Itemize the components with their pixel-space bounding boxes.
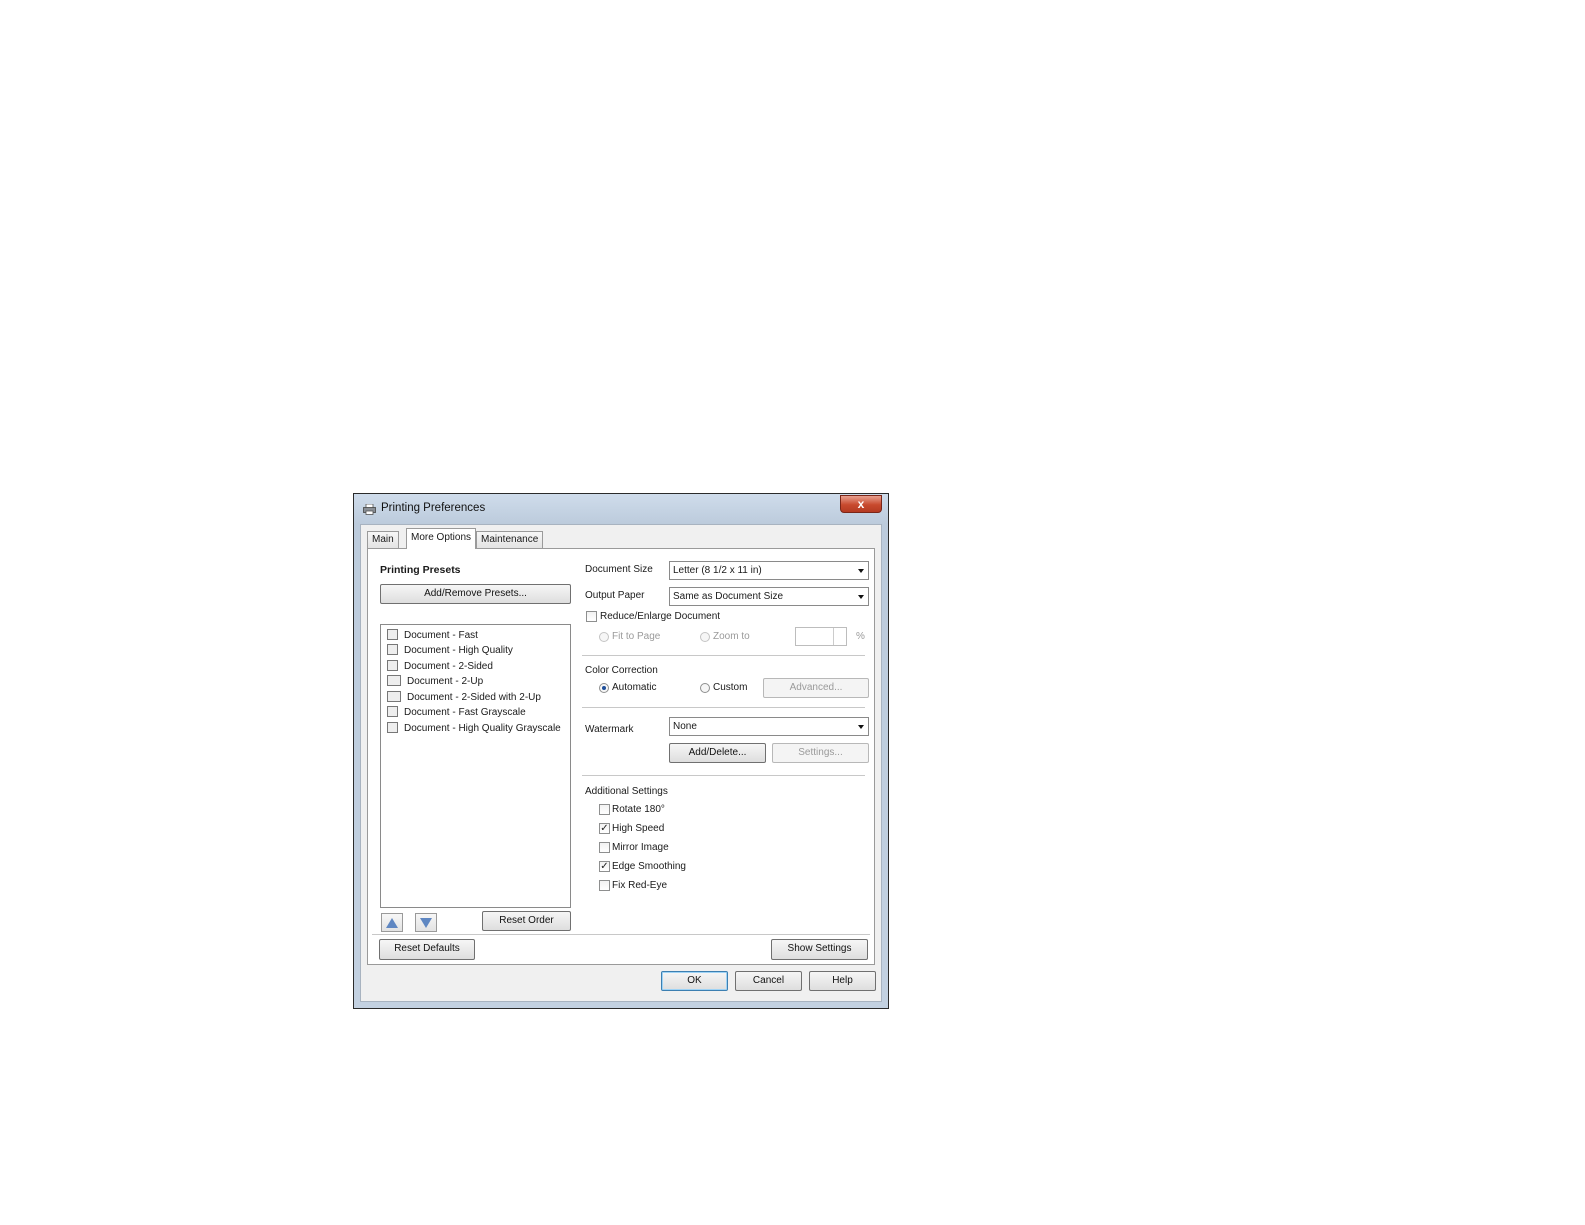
list-item[interactable]: Document - High Quality	[387, 644, 513, 658]
ok-button[interactable]: OK	[661, 971, 728, 991]
high-speed-checkbox[interactable]: ✓	[599, 823, 610, 834]
window-title: Printing Preferences	[381, 502, 486, 514]
triangle-down-icon	[420, 918, 432, 928]
divider	[582, 655, 865, 657]
presets-list[interactable]: Document - Fast Document - High Quality …	[380, 624, 571, 908]
automatic-radio[interactable]	[599, 683, 609, 693]
chevron-down-icon	[858, 595, 864, 599]
printing-preferences-window: Printing Preferences x Main More Options…	[353, 493, 889, 1009]
list-item[interactable]: Document - High Quality Grayscale	[387, 722, 561, 736]
list-item-label: Document - Fast	[404, 630, 478, 641]
edge-smoothing-label: Edge Smoothing	[612, 861, 686, 872]
stepper-arrows[interactable]	[833, 628, 846, 645]
list-item-label: Document - High Quality Grayscale	[404, 723, 561, 734]
help-button[interactable]: Help	[809, 971, 876, 991]
document-2-sided-icon	[387, 660, 398, 671]
document-2-up-icon	[387, 675, 401, 686]
printing-presets-heading: Printing Presets	[380, 564, 461, 576]
watermark-value: None	[673, 721, 697, 732]
fix-red-eye-checkbox[interactable]	[599, 880, 610, 891]
output-paper-label: Output Paper	[585, 590, 645, 601]
watermark-select[interactable]: None	[669, 717, 869, 736]
additional-settings-heading: Additional Settings	[585, 786, 668, 797]
tab-maintenance[interactable]: Maintenance	[476, 531, 544, 548]
show-settings-button[interactable]: Show Settings	[771, 939, 868, 960]
fix-red-eye-label: Fix Red-Eye	[612, 880, 668, 891]
tab-more-options-label: More Options	[411, 532, 472, 543]
list-item-label: Document - 2-Up	[407, 676, 484, 687]
rotate-180-checkbox[interactable]	[599, 804, 610, 815]
chevron-down-icon	[858, 725, 864, 729]
reduce-enlarge-checkbox[interactable]	[586, 611, 597, 622]
list-item-label: Document - 2-Sided	[404, 661, 493, 672]
output-paper-value: Same as Document Size	[673, 591, 784, 602]
list-item[interactable]: Document - 2-Sided with 2-Up	[387, 691, 541, 705]
rotate-180-label: Rotate 180°	[612, 804, 665, 815]
zoom-to-label: Zoom to	[713, 631, 750, 642]
document-2-sided-2-up-icon	[387, 691, 401, 702]
document-high-quality-icon	[387, 644, 398, 655]
add-remove-presets-button[interactable]: Add/Remove Presets...	[380, 584, 571, 604]
watermark-label: Watermark	[585, 724, 634, 735]
triangle-up-icon	[386, 918, 398, 928]
automatic-label: Automatic	[612, 682, 657, 693]
list-item-label: Document - High Quality	[404, 645, 513, 656]
title-bar[interactable]: Printing Preferences x	[354, 494, 888, 524]
percent-label: %	[856, 631, 865, 642]
mirror-image-label: Mirror Image	[612, 842, 669, 853]
close-button[interactable]: x	[840, 495, 882, 513]
move-up-button[interactable]	[381, 913, 403, 932]
fit-to-page-label: Fit to Page	[612, 631, 661, 642]
high-speed-label: High Speed	[612, 823, 665, 834]
dialog-body: Main More Options Maintenance Printing P…	[360, 524, 882, 1002]
cancel-button[interactable]: Cancel	[735, 971, 802, 991]
zoom-stepper[interactable]	[795, 627, 847, 646]
chevron-down-icon	[858, 569, 864, 573]
color-correction-heading: Color Correction	[585, 665, 658, 676]
list-item-label: Document - 2-Sided with 2-Up	[407, 692, 541, 703]
custom-label: Custom	[713, 682, 748, 693]
list-item[interactable]: Document - Fast Grayscale	[387, 706, 526, 720]
divider	[372, 934, 870, 936]
output-paper-select[interactable]: Same as Document Size	[669, 587, 869, 606]
tab-maintenance-label: Maintenance	[481, 534, 539, 545]
list-item[interactable]: Document - Fast	[387, 629, 478, 643]
advanced-button[interactable]: Advanced...	[763, 678, 869, 698]
tab-main[interactable]: Main	[367, 531, 399, 548]
more-options-panel: Printing Presets Add/Remove Presets... D…	[367, 548, 875, 965]
document-size-label: Document Size	[585, 564, 653, 575]
tab-more-options[interactable]: More Options	[406, 528, 477, 549]
list-item[interactable]: Document - 2-Sided	[387, 660, 493, 674]
tab-main-label: Main	[372, 534, 394, 545]
divider	[582, 775, 865, 777]
list-item[interactable]: Document - 2-Up	[387, 675, 483, 689]
reset-order-button[interactable]: Reset Order	[482, 911, 571, 931]
document-size-select[interactable]: Letter (8 1/2 x 11 in)	[669, 561, 869, 580]
custom-radio[interactable]	[700, 683, 710, 693]
fit-to-page-radio[interactable]	[599, 632, 609, 642]
divider	[582, 707, 865, 709]
reset-defaults-button[interactable]: Reset Defaults	[379, 939, 475, 960]
document-fast-grayscale-icon	[387, 706, 398, 717]
document-size-value: Letter (8 1/2 x 11 in)	[673, 565, 762, 576]
reduce-enlarge-label: Reduce/Enlarge Document	[600, 611, 721, 622]
edge-smoothing-checkbox[interactable]: ✓	[599, 861, 610, 872]
zoom-to-radio[interactable]	[700, 632, 710, 642]
close-icon: x	[857, 497, 865, 511]
document-hq-grayscale-icon	[387, 722, 398, 733]
printer-icon	[363, 504, 376, 515]
list-item-label: Document - Fast Grayscale	[404, 707, 526, 718]
document-fast-icon	[387, 629, 398, 640]
watermark-settings-button[interactable]: Settings...	[772, 743, 869, 763]
add-delete-button[interactable]: Add/Delete...	[669, 743, 766, 763]
mirror-image-checkbox[interactable]	[599, 842, 610, 853]
move-down-button[interactable]	[415, 913, 437, 932]
